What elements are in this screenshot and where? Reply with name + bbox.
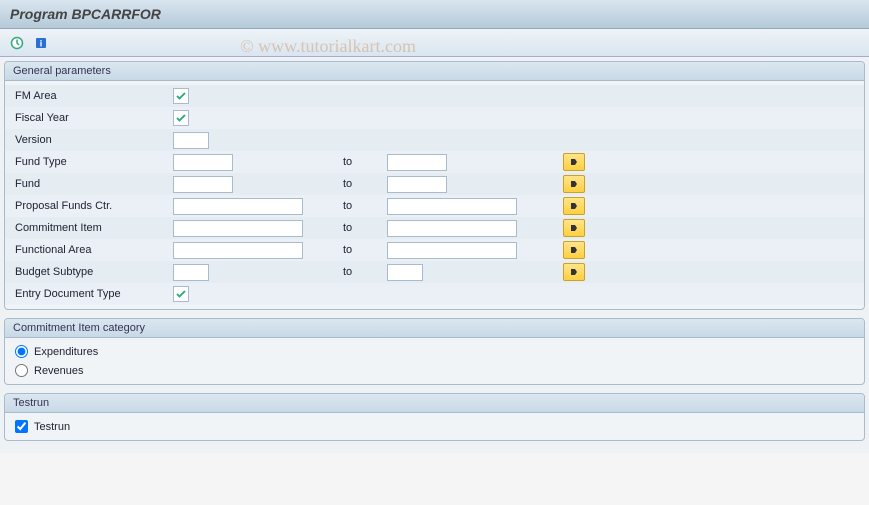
entry-doc-type-required-indicator[interactable] — [173, 286, 189, 302]
check-icon — [176, 91, 186, 101]
to-label: to — [335, 178, 387, 190]
group-header-citem-cat: Commitment Item category — [5, 319, 864, 338]
to-label: to — [335, 222, 387, 234]
arrow-right-icon — [569, 245, 579, 255]
to-label: to — [335, 266, 387, 278]
commitment-item-from-input[interactable] — [173, 220, 303, 237]
proposal-funds-ctr-to-input[interactable] — [387, 198, 517, 215]
fiscal-year-required-indicator[interactable] — [173, 110, 189, 126]
label-commitment-item: Commitment Item — [5, 222, 165, 234]
arrow-right-icon — [569, 223, 579, 233]
version-input[interactable] — [173, 132, 209, 149]
proposal-funds-ctr-multi-button[interactable] — [563, 197, 585, 215]
clock-execute-icon — [10, 36, 24, 50]
fund-type-to-input[interactable] — [387, 154, 447, 171]
to-label: to — [335, 200, 387, 212]
commitment-item-multi-button[interactable] — [563, 219, 585, 237]
checkbox-label-testrun: Testrun — [34, 421, 70, 433]
to-label: to — [335, 244, 387, 256]
budget-subtype-from-input[interactable] — [173, 264, 209, 281]
commitment-item-to-input[interactable] — [387, 220, 517, 237]
radio-revenues[interactable] — [15, 364, 28, 377]
group-commitment-item-category: Commitment Item category Expenditures Re… — [4, 318, 865, 385]
functional-area-multi-button[interactable] — [563, 241, 585, 259]
label-version: Version — [5, 134, 165, 146]
fund-multi-button[interactable] — [563, 175, 585, 193]
page-title: Program BPCARRFOR — [0, 0, 869, 29]
radio-expenditures[interactable] — [15, 345, 28, 358]
fund-to-input[interactable] — [387, 176, 447, 193]
budget-subtype-multi-button[interactable] — [563, 263, 585, 281]
label-entry-doc-type: Entry Document Type — [5, 288, 165, 300]
info-icon: i — [34, 36, 48, 50]
label-fm-area: FM Area — [5, 90, 165, 102]
label-proposal-funds-ctr: Proposal Funds Ctr. — [5, 200, 165, 212]
info-button[interactable]: i — [32, 34, 50, 52]
execute-button[interactable] — [8, 34, 26, 52]
label-functional-area: Functional Area — [5, 244, 165, 256]
group-header-testrun: Testrun — [5, 394, 864, 413]
check-icon — [176, 113, 186, 123]
fund-type-from-input[interactable] — [173, 154, 233, 171]
proposal-funds-ctr-from-input[interactable] — [173, 198, 303, 215]
group-general-parameters: General parameters FM Area Fiscal Year V… — [4, 61, 865, 310]
arrow-right-icon — [569, 179, 579, 189]
label-fund: Fund — [5, 178, 165, 190]
fund-from-input[interactable] — [173, 176, 233, 193]
arrow-right-icon — [569, 201, 579, 211]
label-budget-subtype: Budget Subtype — [5, 266, 165, 278]
group-testrun: Testrun Testrun — [4, 393, 865, 441]
label-fiscal-year: Fiscal Year — [5, 112, 165, 124]
toolbar: i — [0, 29, 869, 57]
radio-label-expenditures: Expenditures — [34, 346, 98, 358]
functional-area-from-input[interactable] — [173, 242, 303, 259]
functional-area-to-input[interactable] — [387, 242, 517, 259]
to-label: to — [335, 156, 387, 168]
label-fund-type: Fund Type — [5, 156, 165, 168]
group-header-general: General parameters — [5, 62, 864, 81]
arrow-right-icon — [569, 267, 579, 277]
radio-label-revenues: Revenues — [34, 365, 84, 377]
fund-type-multi-button[interactable] — [563, 153, 585, 171]
budget-subtype-to-input[interactable] — [387, 264, 423, 281]
svg-text:i: i — [40, 38, 43, 48]
arrow-right-icon — [569, 157, 579, 167]
content-area: General parameters FM Area Fiscal Year V… — [0, 57, 869, 453]
checkbox-testrun[interactable] — [15, 420, 28, 433]
check-icon — [176, 289, 186, 299]
fm-area-required-indicator[interactable] — [173, 88, 189, 104]
